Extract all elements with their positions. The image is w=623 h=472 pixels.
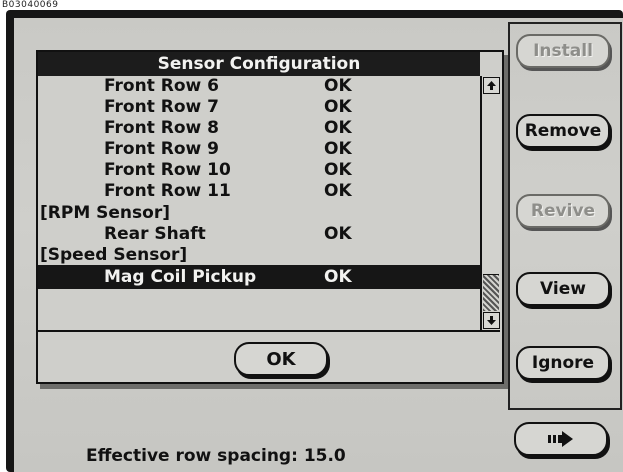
row-spacing-readout: Effective row spacing: 15.0	[86, 446, 346, 466]
sensor-status: OK	[324, 118, 352, 138]
sensor-status: OK	[324, 139, 352, 159]
sensor-status: OK	[324, 181, 352, 201]
down-arrow-icon	[487, 316, 496, 325]
list-item[interactable]: Rear Shaft OK	[38, 224, 480, 245]
list-item[interactable]: Front Row 7 OK	[38, 97, 480, 118]
sensor-name: Front Row 7	[104, 97, 219, 117]
next-page-icon	[548, 431, 573, 447]
list-item-selected[interactable]: Mag Coil Pickup OK	[38, 265, 480, 289]
install-button[interactable]: Install	[516, 34, 610, 68]
view-button-label: View	[540, 279, 586, 299]
sensor-configuration-dialog: Sensor Configuration Front Row 6 OK Front …	[36, 50, 504, 384]
ok-button[interactable]: OK	[234, 342, 328, 376]
document-id: B03040069	[2, 0, 59, 10]
sensor-name: Front Row 10	[104, 160, 231, 180]
list-item[interactable]: Front Row 9 OK	[38, 139, 480, 160]
scroll-down-button[interactable]	[483, 312, 500, 329]
list-item[interactable]: Front Row 6 OK	[38, 76, 480, 97]
list-item[interactable]: Front Row 11 OK	[38, 181, 480, 202]
sensor-name: Mag Coil Pickup	[104, 267, 257, 287]
ignore-button[interactable]: Ignore	[516, 346, 610, 380]
sensor-name: Rear Shaft	[104, 224, 206, 244]
list-scrollbar[interactable]	[480, 76, 500, 332]
remove-button-label: Remove	[524, 121, 602, 141]
display-screen: Sensor Configuration Front Row 6 OK Front …	[14, 18, 623, 472]
sensor-status: OK	[324, 97, 352, 117]
next-page-button[interactable]	[514, 422, 608, 456]
scroll-thumb[interactable]	[483, 274, 499, 311]
remove-button[interactable]: Remove	[516, 114, 610, 148]
dialog-title: Sensor Configuration	[38, 52, 480, 76]
revive-button[interactable]: Revive	[516, 194, 610, 228]
revive-button-label: Revive	[530, 201, 596, 221]
sensor-name: [RPM Sensor]	[40, 203, 170, 223]
sensor-status: OK	[324, 267, 352, 287]
ignore-button-label: Ignore	[531, 353, 595, 373]
list-item[interactable]: [RPM Sensor]	[38, 203, 480, 224]
list-item[interactable]: Front Row 8 OK	[38, 118, 480, 139]
scroll-up-button[interactable]	[483, 77, 500, 94]
sensor-name: Front Row 9	[104, 139, 219, 159]
action-button-panel: Install Remove Revive View Ignore	[508, 22, 622, 410]
up-arrow-icon	[487, 81, 496, 90]
sensor-list: Front Row 6 OK Front Row 7 OK Front Row 8 OK F…	[38, 76, 480, 332]
list-item[interactable]: [Speed Sensor]	[38, 245, 480, 266]
list-item[interactable]: Front Row 10 OK	[38, 160, 480, 181]
sensor-status: OK	[324, 76, 352, 96]
sensor-name: Front Row 11	[104, 181, 231, 201]
sensor-status: OK	[324, 160, 352, 180]
sensor-name: Front Row 6	[104, 76, 219, 96]
sensor-name: Front Row 8	[104, 118, 219, 138]
install-button-label: Install	[533, 41, 593, 61]
sensor-status: OK	[324, 224, 352, 244]
sensor-name: [Speed Sensor]	[40, 245, 188, 265]
view-button[interactable]: View	[516, 272, 610, 306]
